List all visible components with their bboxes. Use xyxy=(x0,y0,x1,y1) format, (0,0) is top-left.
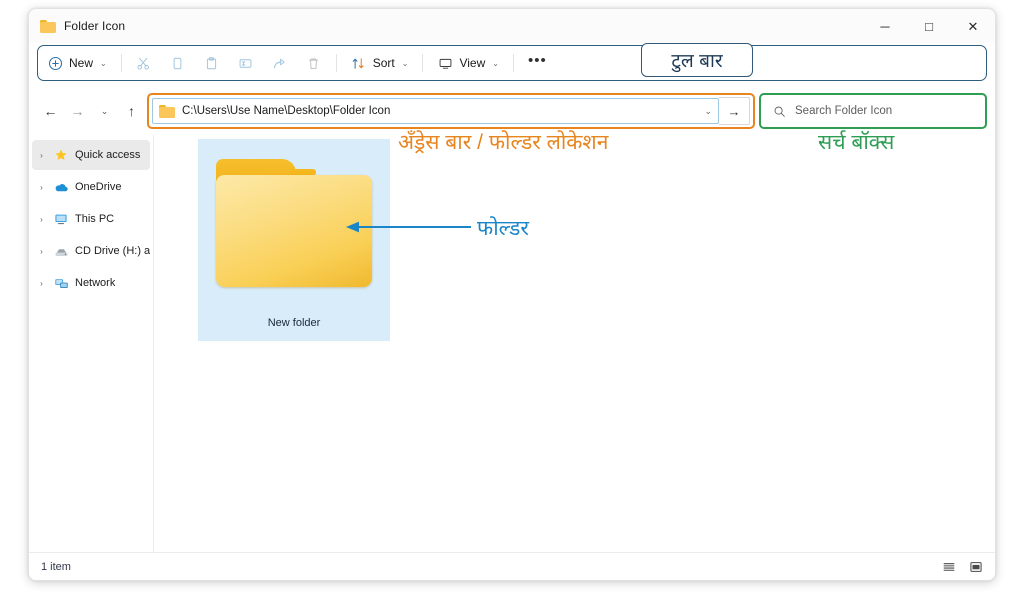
chevron-right-icon[interactable]: › xyxy=(36,279,47,288)
annotation-search-box: सर्च बॉक्स xyxy=(818,131,895,154)
monitor-icon xyxy=(437,55,453,71)
chevron-right-icon[interactable]: › xyxy=(36,247,47,256)
address-bar[interactable]: C:\Users\Use Name\Desktop\Folder Icon ⌄ … xyxy=(147,93,755,129)
navigation-buttons: ← → ⌄ ↑ xyxy=(37,96,145,126)
view-mode-buttons xyxy=(941,559,983,574)
command-bar: New ⌄ Sort ⌄ View ⌄ ••• xyxy=(37,45,987,81)
address-row: ← → ⌄ ↑ C:\Users\Use Name\Desktop\Folder… xyxy=(37,93,987,131)
folder-icon xyxy=(159,104,175,118)
network-icon xyxy=(53,275,69,291)
chevron-down-icon[interactable]: ⌄ xyxy=(704,106,712,117)
toolbar-divider xyxy=(422,54,424,72)
annotation-folder: फोल्डर xyxy=(477,217,529,240)
details-view-icon[interactable] xyxy=(941,559,956,574)
monitor-icon xyxy=(53,211,69,227)
sidebar-item-onedrive[interactable]: › OneDrive xyxy=(32,172,150,202)
chevron-right-icon[interactable]: › xyxy=(36,151,47,160)
sidebar-item-label: CD Drive (H:) airtel xyxy=(75,245,150,257)
go-refresh-button[interactable]: → xyxy=(719,97,750,125)
view-button[interactable]: View ⌄ xyxy=(428,50,508,76)
paste-button[interactable] xyxy=(195,50,229,76)
sort-button-label: Sort xyxy=(372,56,395,70)
copy-button[interactable] xyxy=(161,50,195,76)
plus-circle-icon xyxy=(47,55,63,71)
trash-icon xyxy=(306,55,322,71)
sidebar-item-label: This PC xyxy=(75,213,115,225)
sidebar-item-label: Quick access xyxy=(75,149,141,161)
view-button-label: View xyxy=(459,56,486,70)
search-icon xyxy=(771,103,787,119)
sidebar-item-label: OneDrive xyxy=(75,181,122,193)
list-item-label: New folder xyxy=(267,317,321,329)
star-icon xyxy=(53,147,69,163)
chevron-down-icon: ⌄ xyxy=(492,58,499,68)
explorer-body: › Quick access › OneDrive › This PC › CD… xyxy=(29,135,995,555)
sort-icon xyxy=(351,55,367,71)
sidebar-item-label: Network xyxy=(75,277,116,289)
annotation-arrow-folder xyxy=(346,221,471,233)
chevron-down-icon: ⌄ xyxy=(100,58,107,68)
navigation-pane: › Quick access › OneDrive › This PC › CD… xyxy=(29,135,154,555)
cloud-icon xyxy=(53,179,69,195)
sidebar-item-this-pc[interactable]: › This PC xyxy=(32,204,150,234)
sidebar-item-cd-drive[interactable]: › CD Drive (H:) airtel xyxy=(32,236,150,266)
annotation-address-bar: अँड्रेस बार / फोल्डर लोकेशन xyxy=(398,131,609,154)
chevron-right-icon[interactable]: › xyxy=(36,183,47,192)
file-explorer-window: Folder Icon ─ □ ✕ New ⌄ Sort ⌄ View ⌄ ••… xyxy=(28,8,996,581)
share-icon xyxy=(272,55,288,71)
paste-icon xyxy=(204,55,220,71)
address-path-text: C:\Users\Use Name\Desktop\Folder Icon xyxy=(182,105,391,117)
up-button[interactable]: ↑ xyxy=(118,97,145,125)
search-inner[interactable]: Search Folder Icon xyxy=(761,97,985,125)
rename-button[interactable] xyxy=(229,50,263,76)
forward-button[interactable]: → xyxy=(64,97,91,125)
title-bar-left: Folder Icon xyxy=(29,19,125,33)
window-controls: ─ □ ✕ xyxy=(863,9,995,43)
list-item[interactable]: New folder xyxy=(198,139,390,341)
search-placeholder: Search Folder Icon xyxy=(795,105,893,117)
back-button[interactable]: ← xyxy=(37,97,64,125)
file-list-pane[interactable]: New folder xyxy=(155,135,995,555)
recent-locations-button[interactable]: ⌄ xyxy=(91,97,118,125)
see-more-button[interactable]: ••• xyxy=(519,50,556,76)
new-button-label: New xyxy=(69,56,94,70)
share-button[interactable] xyxy=(263,50,297,76)
new-button[interactable]: New ⌄ xyxy=(38,50,116,76)
title-bar: Folder Icon ─ □ ✕ xyxy=(29,9,995,43)
copy-icon xyxy=(170,55,186,71)
ellipsis-icon: ••• xyxy=(527,52,547,69)
maximize-button[interactable]: □ xyxy=(907,9,951,43)
toolbar-divider xyxy=(335,54,337,72)
window-title: Folder Icon xyxy=(64,19,126,33)
scissors-icon xyxy=(136,55,152,71)
search-box[interactable]: Search Folder Icon xyxy=(759,93,987,129)
toolbar-divider xyxy=(512,54,514,72)
address-input[interactable]: C:\Users\Use Name\Desktop\Folder Icon ⌄ xyxy=(152,98,719,124)
disc-drive-icon xyxy=(53,243,69,259)
minimize-button[interactable]: ─ xyxy=(863,9,907,43)
annotation-toolbar: टुल बार xyxy=(641,43,753,77)
folder-icon xyxy=(40,19,56,33)
chevron-right-icon[interactable]: › xyxy=(36,215,47,224)
sort-button[interactable]: Sort ⌄ xyxy=(342,50,418,76)
status-bar: 1 item xyxy=(29,552,995,580)
delete-button[interactable] xyxy=(297,50,331,76)
toolbar-divider xyxy=(120,54,122,72)
chevron-down-icon: ⌄ xyxy=(401,58,409,68)
sidebar-item-quick-access[interactable]: › Quick access xyxy=(32,140,150,170)
sidebar-item-network[interactable]: › Network xyxy=(32,268,150,298)
rename-icon xyxy=(238,55,254,71)
item-count-text: 1 item xyxy=(41,560,71,573)
close-button[interactable]: ✕ xyxy=(951,9,995,43)
large-icons-view-icon[interactable] xyxy=(968,559,983,574)
cut-button[interactable] xyxy=(127,50,161,76)
